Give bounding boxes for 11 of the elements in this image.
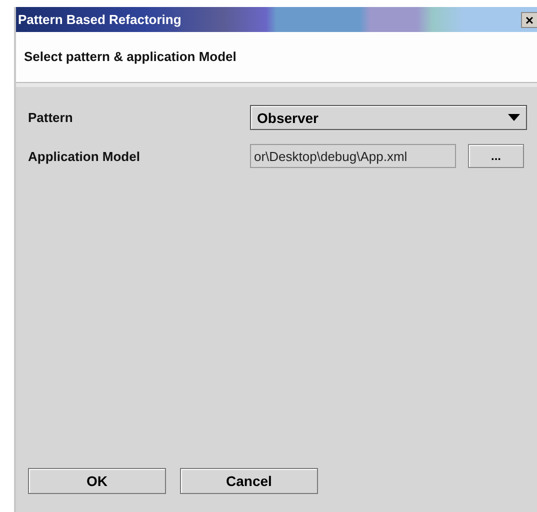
field-label: Pattern [28,110,74,125]
caret-icon [508,114,520,121]
pattern-dropdown[interactable]: Observer [250,105,527,130]
browse-button[interactable]: ... [468,144,524,168]
cancel-button[interactable]: Cancel [180,468,318,494]
header-title: Select pattern & application Model [24,48,236,64]
field-label: Application Model [28,148,141,164]
window-title: Pattern Based Refactoring [17,12,182,27]
close-button[interactable]: × [521,12,537,28]
path-field[interactable]: or\Desktop\debug\App.xml [250,144,456,168]
ok-button[interactable]: OK [28,468,166,494]
